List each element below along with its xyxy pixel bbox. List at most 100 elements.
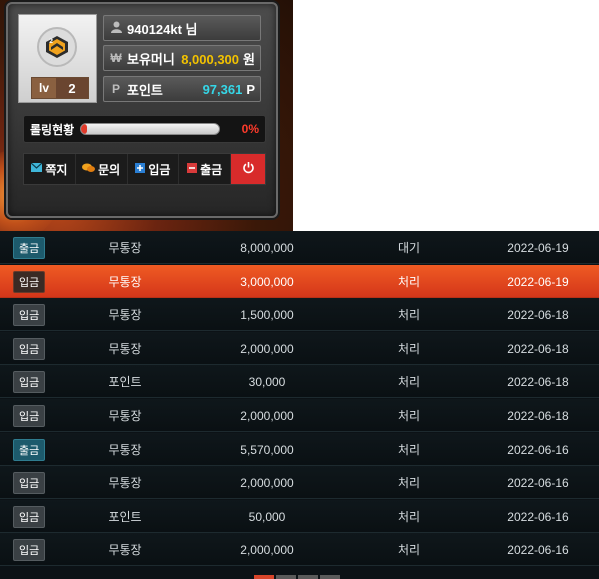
- power-icon: [242, 160, 255, 178]
- level-value: 2: [56, 78, 88, 98]
- transaction-date-cell: 2022-06-18: [496, 365, 580, 398]
- transaction-method-cell: 무통장: [97, 433, 153, 466]
- transaction-type-badge-cell: 입금: [13, 466, 46, 499]
- transaction-date-cell: 2022-06-19: [496, 265, 580, 298]
- page-indicator[interactable]: [254, 575, 274, 579]
- username-row: 940124kt 님: [103, 15, 261, 41]
- transaction-status: 처리: [397, 375, 421, 389]
- table-row[interactable]: 출금 무통장 8,000,000 대기 2022-06-19: [0, 231, 599, 264]
- message-label: 쪽지: [45, 162, 68, 177]
- point-row: P 포인트 97,361 P: [103, 76, 261, 102]
- transaction-type-badge: 입금: [13, 370, 46, 393]
- rolling-label: 롤링현황: [30, 122, 75, 137]
- withdraw-button[interactable]: 출금: [179, 154, 231, 184]
- transaction-type-badge-cell: 출금: [13, 433, 46, 466]
- transaction-method-cell: 무통장: [97, 399, 153, 432]
- transaction-status-cell: 처리: [384, 500, 434, 533]
- transaction-amount: 2,000,000: [240, 341, 294, 356]
- transaction-type-badge: 입금: [13, 471, 46, 494]
- level-badge: lv 2: [31, 77, 89, 99]
- transaction-method: 무통장: [108, 409, 142, 423]
- transaction-type-badge: 입금: [13, 337, 46, 360]
- page-indicator[interactable]: [276, 575, 296, 579]
- transaction-amount: 1,500,000: [240, 307, 294, 322]
- chat-bubble-icon: [82, 163, 96, 176]
- transaction-status-cell: 처리: [384, 365, 434, 398]
- transaction-amount: 3,000,000: [240, 274, 294, 289]
- transaction-date: 2022-06-18: [507, 408, 569, 423]
- rolling-progress-fill: [81, 124, 88, 134]
- minus-icon: [187, 162, 198, 176]
- user-panel: 2 lv 2 940124kt 님 ₩ 보유머니 8,000,300 원 P 포인…: [6, 2, 278, 218]
- page-indicator[interactable]: [320, 575, 340, 579]
- transaction-date-cell: 2022-06-16: [496, 466, 580, 499]
- transaction-status-cell: 처리: [384, 533, 434, 566]
- transaction-table: 출금 무통장 8,000,000 대기 2022-06-19 입금 무통장 3,000,000…: [0, 231, 599, 579]
- table-row[interactable]: 입금 포인트 30,000 처리 2022-06-18: [0, 365, 599, 398]
- transaction-amount: 8,000,000: [240, 240, 294, 255]
- transaction-method: 무통장: [108, 543, 142, 557]
- transaction-amount-cell: 1,500,000: [222, 298, 312, 331]
- table-row[interactable]: 입금 무통장 2,000,000 처리 2022-06-18: [0, 332, 599, 365]
- username: 940124kt 님: [127, 21, 198, 37]
- transaction-type-badge: 입금: [13, 270, 46, 293]
- action-bar: 쪽지 문의 입금 출금: [23, 153, 266, 185]
- table-row[interactable]: 입금 무통장 2,000,000 처리 2022-06-18: [0, 399, 599, 432]
- transaction-status-cell: 처리: [384, 433, 434, 466]
- transaction-status: 처리: [397, 342, 421, 356]
- transaction-type-badge: 입금: [13, 505, 46, 528]
- transaction-date-cell: 2022-06-16: [496, 433, 580, 466]
- money-label: 보유머니: [127, 51, 175, 67]
- plus-icon: [135, 162, 146, 176]
- transaction-amount-cell: 5,570,000: [222, 433, 312, 466]
- transaction-date: 2022-06-16: [507, 509, 569, 524]
- transaction-method-cell: 무통장: [97, 533, 153, 566]
- transaction-type-badge: 입금: [13, 303, 46, 326]
- money-amount: 8,000,300 원: [181, 51, 255, 67]
- transaction-status-cell: 처리: [384, 298, 434, 331]
- rank-emblem-icon: 2: [37, 27, 77, 67]
- transaction-type-badge-cell: 입금: [13, 399, 46, 432]
- message-button[interactable]: 쪽지: [24, 154, 76, 184]
- point-unit: P: [246, 81, 255, 97]
- rolling-status: 롤링현황 0%: [23, 115, 266, 143]
- transaction-date: 2022-06-16: [507, 442, 569, 457]
- transaction-amount-cell: 50,000: [222, 500, 312, 533]
- transaction-method-cell: 무통장: [97, 298, 153, 331]
- transaction-method: 무통장: [108, 308, 142, 322]
- transaction-date: 2022-06-18: [507, 341, 569, 356]
- transaction-amount: 2,000,000: [240, 542, 294, 557]
- inquiry-button[interactable]: 문의: [76, 154, 128, 184]
- table-row[interactable]: 입금 포인트 50,000 처리 2022-06-16: [0, 500, 599, 533]
- table-row[interactable]: 입금 무통장 3,000,000 처리 2022-06-19: [0, 265, 599, 298]
- table-row[interactable]: 입금 무통장 2,000,000 처리 2022-06-16: [0, 466, 599, 499]
- transaction-method: 무통장: [108, 476, 142, 490]
- avatar-box: 2 lv 2: [18, 14, 97, 103]
- transaction-status: 처리: [397, 409, 421, 423]
- transaction-date: 2022-06-19: [507, 274, 569, 289]
- transaction-date: 2022-06-19: [507, 240, 569, 255]
- transaction-date-cell: 2022-06-18: [496, 399, 580, 432]
- money-row: ₩ 보유머니 8,000,300 원: [103, 45, 261, 71]
- transaction-type-badge-cell: 입금: [13, 365, 46, 398]
- transaction-status-cell: 대기: [384, 231, 434, 264]
- transaction-status: 처리: [397, 443, 421, 457]
- point-icon: P: [111, 82, 120, 96]
- transaction-type-badge: 출금: [13, 236, 46, 259]
- transaction-method-cell: 무통장: [97, 466, 153, 499]
- point-amount: 97,361 P: [202, 81, 255, 97]
- point-label: 포인트: [127, 82, 163, 98]
- user-icon: [109, 21, 123, 36]
- table-row[interactable]: 입금 무통장 2,000,000 처리 2022-06-16: [0, 533, 599, 566]
- transaction-date: 2022-06-16: [507, 542, 569, 557]
- transaction-date: 2022-06-16: [507, 475, 569, 490]
- deposit-button[interactable]: 입금: [128, 154, 180, 184]
- transaction-date-cell: 2022-06-16: [496, 500, 580, 533]
- transaction-date-cell: 2022-06-19: [496, 231, 580, 264]
- transaction-type-badge-cell: 출금: [13, 231, 46, 264]
- page-indicator[interactable]: [298, 575, 318, 579]
- logout-button[interactable]: [231, 154, 265, 184]
- table-row[interactable]: 출금 무통장 5,570,000 처리 2022-06-16: [0, 433, 599, 466]
- transaction-method-cell: 포인트: [97, 500, 153, 533]
- table-row[interactable]: 입금 무통장 1,500,000 처리 2022-06-18: [0, 298, 599, 331]
